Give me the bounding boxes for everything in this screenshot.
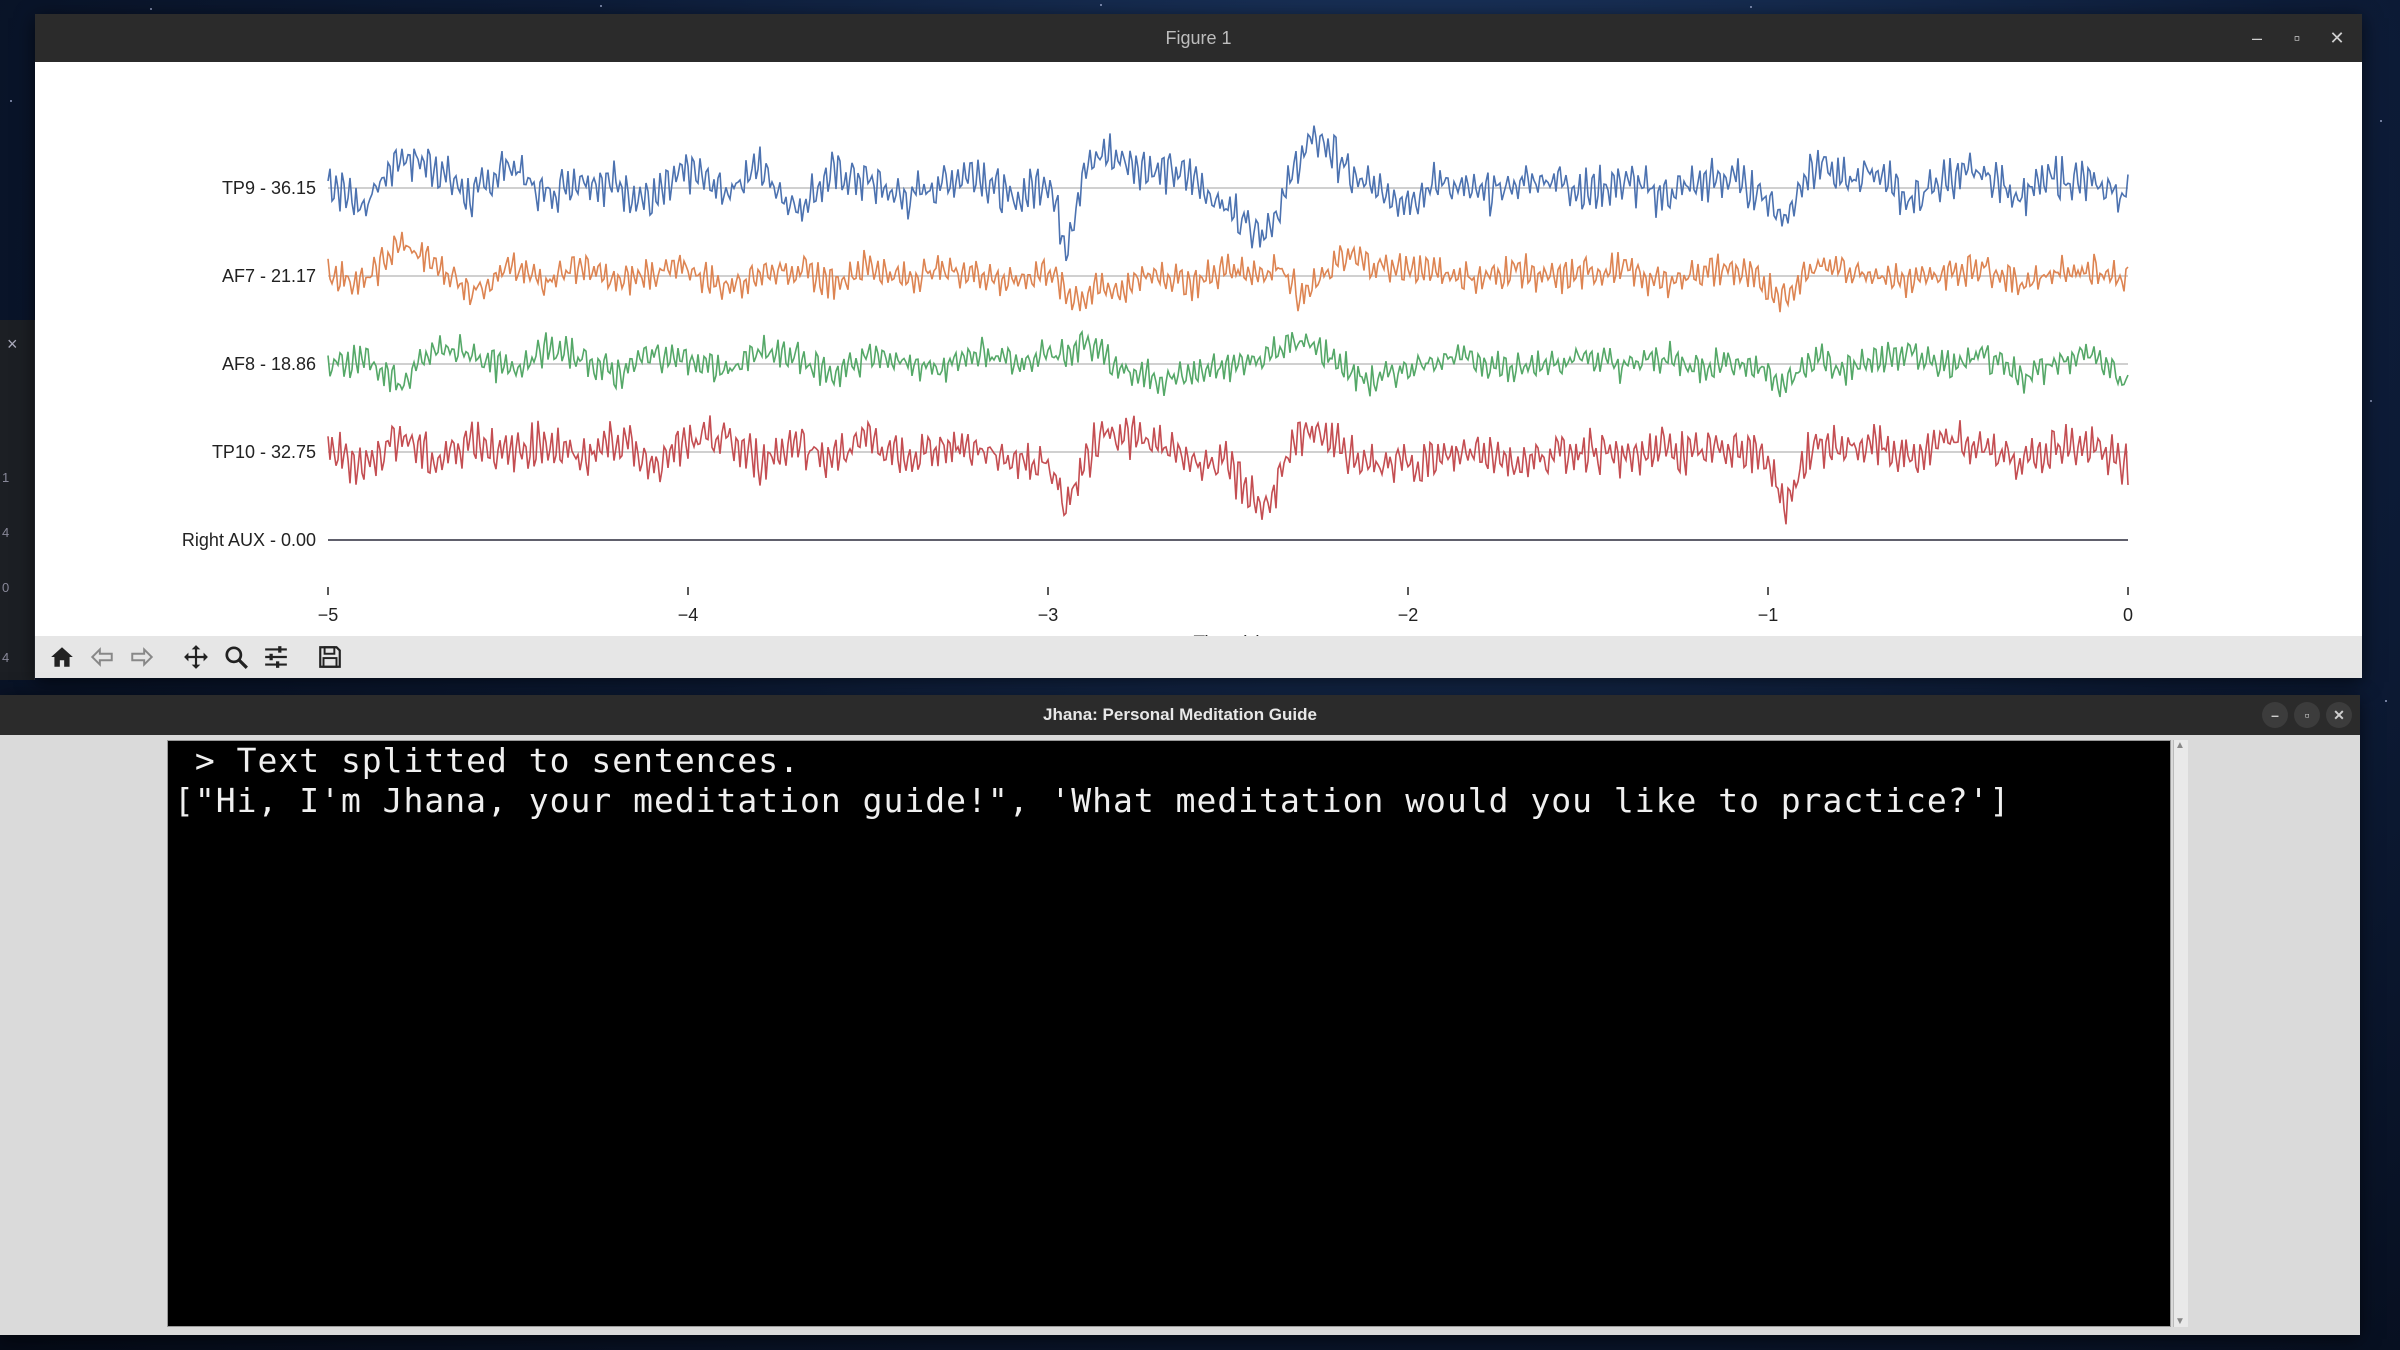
close-icon[interactable]: ✕ bbox=[2320, 21, 2354, 55]
pan-icon[interactable] bbox=[179, 640, 213, 674]
series-line bbox=[327, 125, 2129, 262]
minimize-icon[interactable]: – bbox=[2240, 21, 2274, 55]
matplotlib-toolbar bbox=[35, 636, 2362, 678]
x-tick-label: −2 bbox=[1398, 605, 1419, 625]
series-line bbox=[327, 415, 2129, 525]
terminal-title: Jhana: Personal Meditation Guide bbox=[1043, 705, 1317, 724]
y-tick-label: AF7 - 21.17 bbox=[222, 266, 316, 286]
background-window-edge: × 1 4 0 4 bbox=[0, 320, 35, 680]
close-icon[interactable]: ✕ bbox=[2326, 702, 2352, 728]
plot-area[interactable]: TP9 - 36.15 AF7 - 21.17 AF8 - 18.86 TP10 - … bbox=[35, 62, 2362, 647]
series-line bbox=[327, 231, 2129, 313]
y-tick-label: TP9 - 36.15 bbox=[222, 178, 316, 198]
terminal-window: Jhana: Personal Meditation Guide – ▫ ✕ >… bbox=[0, 695, 2360, 1335]
terminal-output[interactable]: > Text splitted to sentences. ["Hi, I'm … bbox=[167, 740, 2171, 1327]
x-tick-label: −3 bbox=[1038, 605, 1059, 625]
x-tick-label: −1 bbox=[1758, 605, 1779, 625]
y-tick-label: AF8 - 18.86 bbox=[222, 354, 316, 374]
terminal-line: > Text splitted to sentences. bbox=[174, 741, 801, 780]
back-arrow-icon[interactable] bbox=[85, 640, 119, 674]
scroll-down-icon[interactable]: ▼ bbox=[2175, 1316, 2185, 1327]
x-tick-label: 0 bbox=[2123, 605, 2133, 625]
forward-arrow-icon[interactable] bbox=[125, 640, 159, 674]
scroll-up-icon[interactable]: ▲ bbox=[2175, 740, 2185, 751]
close-icon[interactable]: × bbox=[7, 334, 18, 355]
zoom-icon[interactable] bbox=[219, 640, 253, 674]
x-tick-label: −5 bbox=[318, 605, 339, 625]
figure-titlebar[interactable]: Figure 1 – ▫ ✕ bbox=[35, 14, 2362, 62]
save-icon[interactable] bbox=[313, 640, 347, 674]
minimize-icon[interactable]: – bbox=[2262, 702, 2288, 728]
figure-window: Figure 1 – ▫ ✕ TP9 - 36.15 AF7 - 21.17 AF8… bbox=[35, 14, 2362, 678]
y-tick-label: Right AUX - 0.00 bbox=[182, 530, 316, 550]
terminal-scrollbar[interactable]: ▲ ▼ bbox=[2173, 740, 2188, 1327]
home-icon[interactable] bbox=[45, 640, 79, 674]
x-tick-label: −4 bbox=[678, 605, 699, 625]
y-tick-label: TP10 - 32.75 bbox=[212, 442, 316, 462]
eeg-chart: TP9 - 36.15 AF7 - 21.17 AF8 - 18.86 TP10 - … bbox=[182, 125, 2133, 647]
terminal-line: ["Hi, I'm Jhana, your meditation guide!"… bbox=[174, 781, 2011, 820]
maximize-icon[interactable]: ▫ bbox=[2280, 21, 2314, 55]
terminal-titlebar[interactable]: Jhana: Personal Meditation Guide – ▫ ✕ bbox=[0, 695, 2360, 735]
configure-subplots-icon[interactable] bbox=[259, 640, 293, 674]
figure-title: Figure 1 bbox=[1165, 27, 1232, 48]
maximize-icon[interactable]: ▫ bbox=[2294, 702, 2320, 728]
